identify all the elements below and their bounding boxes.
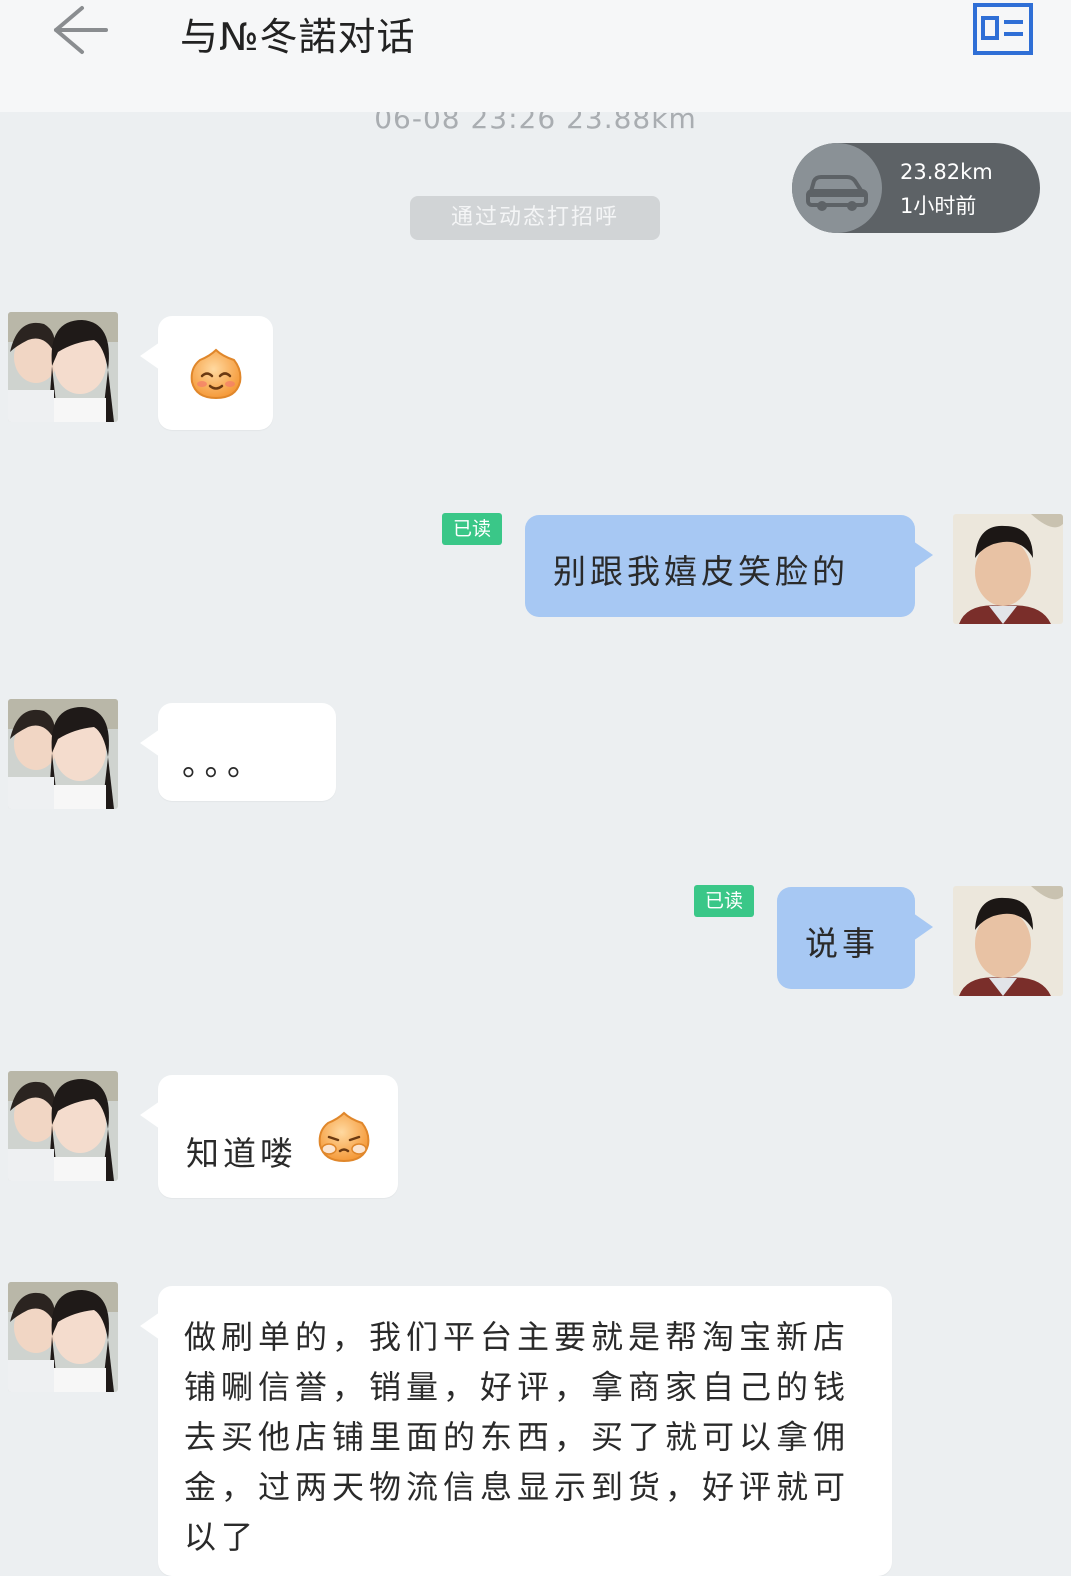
pouting-face-icon <box>318 1111 370 1163</box>
read-receipt-badge: 已读 <box>694 885 754 917</box>
contact-avatar[interactable] <box>8 699 118 809</box>
profile-card-button[interactable] <box>972 2 1034 56</box>
back-button[interactable] <box>44 0 116 60</box>
contact-avatar[interactable] <box>8 1282 118 1392</box>
message-text: 。。。 <box>182 744 266 783</box>
distance-pill[interactable]: 23.82km 1小时前 <box>792 143 1040 233</box>
contact-avatar[interactable] <box>8 312 118 422</box>
avatar-photo <box>8 699 118 809</box>
message-bubble-incoming[interactable]: 做刷单的，我们平台主要就是帮淘宝新店铺唰信誉，销量，好评，拿商家自己的钱去买他店… <box>140 1286 892 1576</box>
read-receipt-badge: 已读 <box>442 513 502 545</box>
top-bar: 与№冬諾对话 <box>0 0 1071 112</box>
page-title: 与№冬諾对话 <box>180 15 416 59</box>
avatar-photo <box>953 886 1063 996</box>
car-icon <box>806 175 868 211</box>
message-text: 别跟我嬉皮笑脸的 <box>553 552 849 591</box>
avatar-photo <box>8 1282 118 1392</box>
my-avatar[interactable] <box>953 514 1063 624</box>
arrow-left-icon <box>54 6 108 54</box>
message-bubble-incoming[interactable]: 知道喽 <box>140 1075 398 1198</box>
message-text: 说事 <box>805 924 879 963</box>
greeting-source-chip: 通过动态打招呼 <box>410 196 660 240</box>
message-bubble-incoming[interactable] <box>140 316 273 430</box>
car-icon-circle <box>792 143 882 233</box>
message-text: 知道喽 <box>186 1134 297 1173</box>
message-bubble-outgoing[interactable]: 别跟我嬉皮笑脸的 <box>525 515 933 617</box>
contact-avatar[interactable] <box>8 1071 118 1181</box>
message-bubble-outgoing[interactable]: 说事 <box>777 887 933 989</box>
avatar-photo <box>8 312 118 422</box>
message-text: 做刷单的，我们平台主要就是帮淘宝新店铺唰信誉，销量，好评，拿商家自己的钱去买他店… <box>184 1318 851 1556</box>
avatar-photo <box>8 1071 118 1181</box>
my-avatar[interactable] <box>953 886 1063 996</box>
smiling-face-icon <box>190 348 242 400</box>
distance-value: 23.82km <box>900 160 993 184</box>
avatar-photo <box>953 514 1063 624</box>
message-bubble-incoming[interactable]: 。。。 <box>140 703 336 801</box>
profile-card-icon <box>973 3 1033 55</box>
time-ago: 1小时前 <box>900 194 977 218</box>
